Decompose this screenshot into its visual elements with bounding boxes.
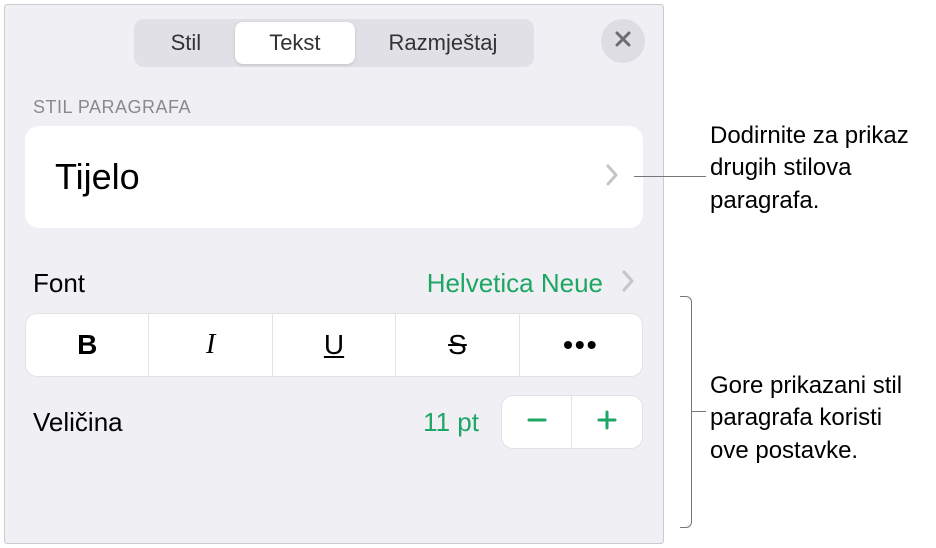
- tab-razmjestaj[interactable]: Razmještaj: [355, 22, 532, 64]
- bold-button[interactable]: B: [26, 314, 149, 376]
- callout-bracket: [680, 296, 692, 528]
- size-value: 11 pt: [423, 407, 479, 438]
- size-label: Veličina: [33, 407, 123, 438]
- strikethrough-button[interactable]: S: [396, 314, 519, 376]
- font-label: Font: [33, 268, 85, 299]
- segmented-control: Stil Tekst Razmještaj: [134, 19, 535, 67]
- more-options-button[interactable]: •••: [520, 314, 642, 376]
- callout-paragraph-style: Dodirnite za prikaz drugih stilova parag…: [710, 120, 930, 217]
- plus-icon: [594, 407, 620, 438]
- tab-stil[interactable]: Stil: [137, 22, 236, 64]
- font-name: Helvetica Neue: [427, 268, 603, 299]
- decrease-size-button[interactable]: [502, 396, 572, 448]
- size-stepper: [501, 395, 643, 449]
- format-button-group: B I U S •••: [25, 313, 643, 377]
- size-row: Veličina 11 pt: [5, 377, 663, 449]
- font-row[interactable]: Font Helvetica Neue: [5, 228, 663, 313]
- tab-bar: Stil Tekst Razmještaj: [5, 5, 663, 77]
- underline-button[interactable]: U: [273, 314, 396, 376]
- format-panel: Stil Tekst Razmještaj STIL PARAGRAFA Tij…: [4, 4, 664, 544]
- tab-tekst[interactable]: Tekst: [235, 22, 354, 64]
- minus-icon: [524, 407, 550, 438]
- font-value-group: Helvetica Neue: [427, 268, 635, 299]
- callout-leader-line: [634, 176, 706, 177]
- paragraph-style-label: STIL PARAGRAFA: [5, 77, 663, 126]
- paragraph-style-row[interactable]: Tijelo: [25, 126, 643, 228]
- italic-button[interactable]: I: [149, 314, 272, 376]
- callout-font-settings: Gore prikazani stil paragrafa koristi ov…: [710, 370, 920, 467]
- chevron-right-icon: [621, 270, 635, 297]
- close-button[interactable]: [601, 19, 645, 63]
- size-controls: 11 pt: [423, 395, 643, 449]
- increase-size-button[interactable]: [572, 396, 642, 448]
- close-icon: [613, 29, 633, 54]
- chevron-right-icon: [605, 164, 619, 191]
- callout-bracket-line: [692, 411, 706, 412]
- paragraph-style-name: Tijelo: [55, 156, 140, 198]
